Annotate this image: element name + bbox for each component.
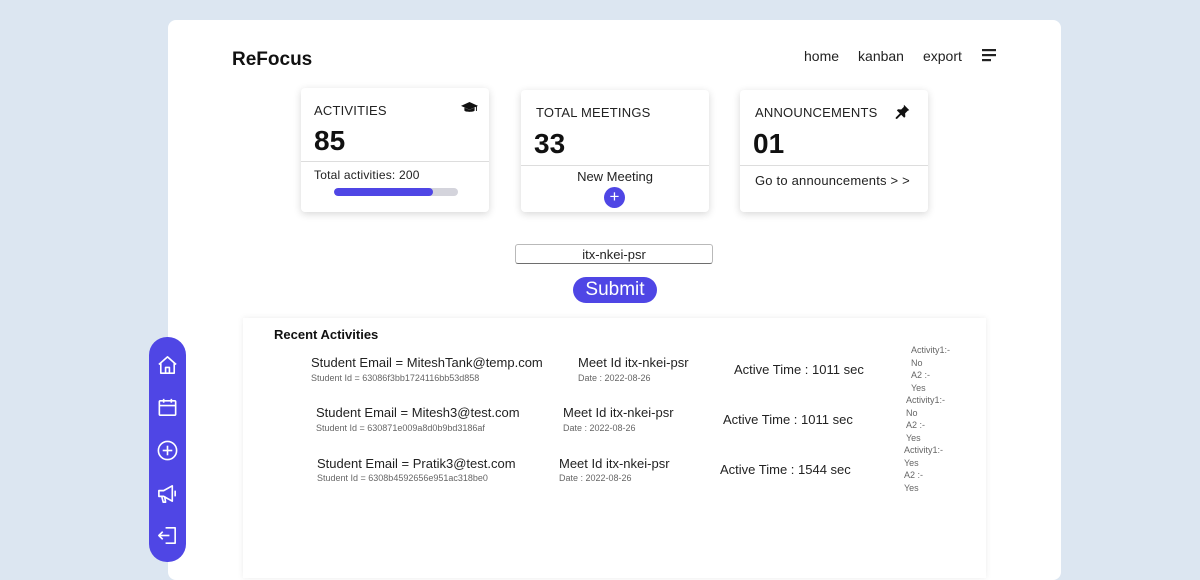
logout-icon[interactable] (156, 524, 179, 547)
activity1-label: Activity1:- (904, 445, 944, 455)
student-email: Student Email = MiteshTank@temp.com (311, 355, 543, 370)
activity1-value: Yes (904, 457, 919, 468)
activity1-value: No (906, 407, 918, 418)
pin-icon (895, 104, 910, 119)
plus-circle-icon[interactable] (156, 439, 179, 462)
announcements-card-title: ANNOUNCEMENTS (755, 105, 878, 120)
top-nav: home kanban export (804, 48, 997, 64)
activities-progress-fill (334, 188, 434, 196)
megaphone-icon[interactable] (156, 482, 179, 505)
activity2-value: Yes (904, 482, 919, 493)
meet-id-input[interactable] (515, 244, 713, 264)
student-email: Student Email = Pratik3@test.com (317, 456, 516, 471)
meet-date: Date : 2022-08-26 (559, 473, 632, 483)
nav-kanban-link[interactable]: kanban (858, 48, 904, 64)
new-meeting-label: New Meeting (577, 169, 653, 184)
activities-card-divider (301, 161, 489, 162)
activity2-label: A2 :- (906, 420, 926, 430)
activity1-value: No (911, 357, 923, 368)
menu-icon[interactable] (981, 47, 997, 63)
nav-export-link[interactable]: export (923, 48, 962, 64)
meet-id: Meet Id itx-nkei-psr (559, 456, 670, 471)
activity-status: Activity1:- No A2 :- Yes (911, 344, 950, 394)
student-email: Student Email = Mitesh3@test.com (316, 405, 520, 420)
meetings-card-title: TOTAL MEETINGS (536, 105, 651, 120)
submit-button[interactable]: Submit (573, 277, 657, 303)
activity1-label: Activity1:- (906, 395, 946, 405)
home-icon[interactable] (156, 354, 179, 377)
activity-status: Activity1:- No A2 :- Yes (906, 394, 945, 444)
announcements-card-divider (740, 165, 928, 166)
meet-id: Meet Id itx-nkei-psr (578, 355, 689, 370)
meet-date: Date : 2022-08-26 (578, 373, 651, 383)
active-time: Active Time : 1011 sec (734, 362, 864, 377)
activities-card-title: ACTIVITIES (314, 103, 387, 118)
activities-progress-bar (334, 188, 458, 196)
meet-id: Meet Id itx-nkei-psr (563, 405, 674, 420)
student-id: Student Id = 630871e009a8d0b9bd3186af (316, 423, 485, 433)
new-meeting-add-button[interactable]: + (604, 187, 625, 208)
meetings-count: 33 (534, 128, 566, 159)
activity2-label: A2 :- (904, 470, 924, 480)
activity2-value: Yes (906, 432, 921, 443)
meetings-card: TOTAL MEETINGS 33 New Meeting + (521, 90, 709, 212)
activity-status: Activity1:- Yes A2 :- Yes (904, 444, 943, 494)
calendar-icon[interactable] (156, 396, 179, 419)
meetings-card-divider (521, 165, 709, 166)
activities-count: 85 (314, 125, 346, 156)
announcements-count: 01 (753, 128, 785, 159)
activities-card: ACTIVITIES 85 Total activities: 200 (301, 88, 489, 212)
go-to-announcements-link[interactable]: Go to announcements > > (755, 173, 910, 188)
brand-logo: ReFocus (232, 49, 313, 70)
announcements-card: ANNOUNCEMENTS 01 Go to announcements > > (740, 90, 928, 212)
student-id: Student Id = 63086f3bb1724116bb53d858 (311, 373, 480, 383)
active-time: Active Time : 1544 sec (720, 462, 851, 477)
activity1-label: Activity1:- (911, 345, 951, 355)
nav-home-link[interactable]: home (804, 48, 839, 64)
active-time: Active Time : 1011 sec (723, 412, 853, 427)
activity2-value: Yes (911, 382, 926, 393)
meet-date: Date : 2022-08-26 (563, 423, 636, 433)
graduation-cap-icon (461, 102, 478, 112)
student-id: Student Id = 6308b4592656e951ac318be0 (317, 473, 488, 483)
recent-activities-title: Recent Activities (274, 327, 379, 342)
total-activities-label: Total activities: 200 (314, 168, 420, 182)
activity2-label: A2 :- (911, 370, 931, 380)
